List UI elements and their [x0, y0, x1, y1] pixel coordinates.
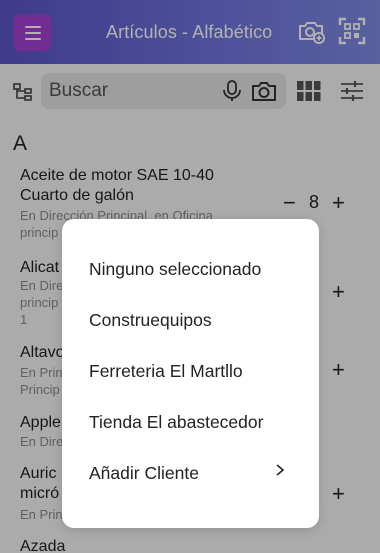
client-select-popup: Ninguno seleccionado Construequipos Ferr…	[62, 219, 319, 528]
popup-option-tienda[interactable]: Tienda El abastecedor	[89, 412, 263, 433]
popup-option-construequipos[interactable]: Construequipos	[89, 310, 212, 331]
popup-option-ferreteria[interactable]: Ferreteria El Martllo	[89, 361, 243, 382]
popup-option-none[interactable]: Ninguno seleccionado	[89, 259, 261, 280]
add-client-button[interactable]: Añadir Cliente	[89, 463, 199, 484]
chevron-right-icon	[276, 464, 285, 476]
